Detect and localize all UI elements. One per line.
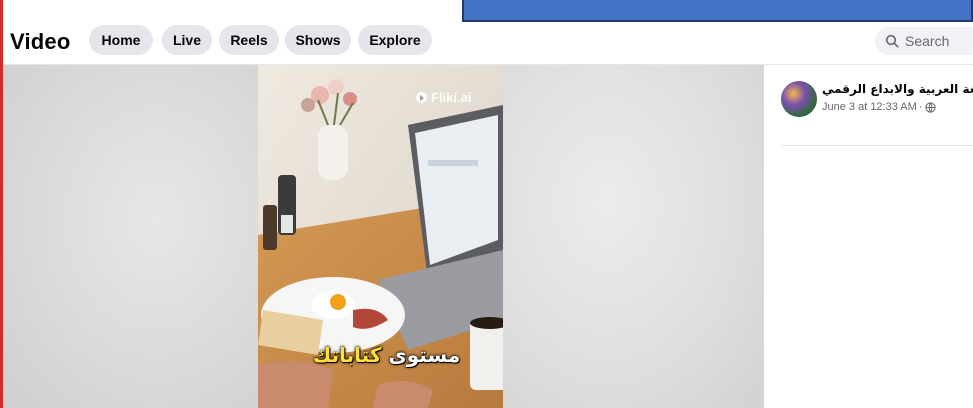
tab-label: Reels (230, 32, 268, 48)
tab-label: Explore (369, 32, 421, 48)
avatar[interactable] (781, 81, 817, 117)
video-caption: مستوى كتاباتك (313, 343, 460, 367)
blurred-background-right (503, 65, 764, 408)
search-icon (885, 34, 899, 48)
tab-home[interactable]: Home (89, 25, 153, 55)
tab-live[interactable]: Live (162, 25, 212, 55)
tab-reels[interactable]: Reels (219, 25, 279, 55)
video-player[interactable]: Fliki.ai مستوى كتاباتك (3, 65, 764, 408)
caption-prefix: مستوى (388, 343, 461, 367)
overlay-banner (462, 0, 973, 22)
divider (781, 145, 973, 146)
page-title: Video (10, 29, 71, 54)
tab-explore[interactable]: Explore (358, 25, 432, 55)
post-info-panel: اللغة العربية والابداع الرقمي June 3 at … (764, 65, 973, 408)
blurred-background-left (3, 65, 258, 408)
globe-icon (925, 101, 937, 113)
tab-shows[interactable]: Shows (285, 25, 351, 55)
tab-label: Home (101, 32, 141, 48)
caption-highlight: كتاباتك (313, 343, 382, 367)
search-input[interactable]: Search (875, 27, 973, 55)
play-icon (416, 92, 427, 103)
video-header: Video Home Live Reels Shows Explore Sear… (3, 22, 973, 65)
post-meta: June 3 at 12:33 AM · (822, 101, 937, 113)
tab-label: Live (172, 32, 201, 48)
post-timestamp[interactable]: June 3 at 12:33 AM (822, 101, 917, 113)
search-placeholder: Search (905, 33, 950, 49)
author-name[interactable]: اللغة العربية والابداع الرقمي (822, 82, 973, 96)
watermark-text: Fliki.ai (431, 90, 472, 105)
tab-label: Shows (295, 32, 341, 48)
video-frame[interactable]: Fliki.ai مستوى كتاباتك (258, 65, 503, 408)
watermark: Fliki.ai (416, 90, 471, 105)
